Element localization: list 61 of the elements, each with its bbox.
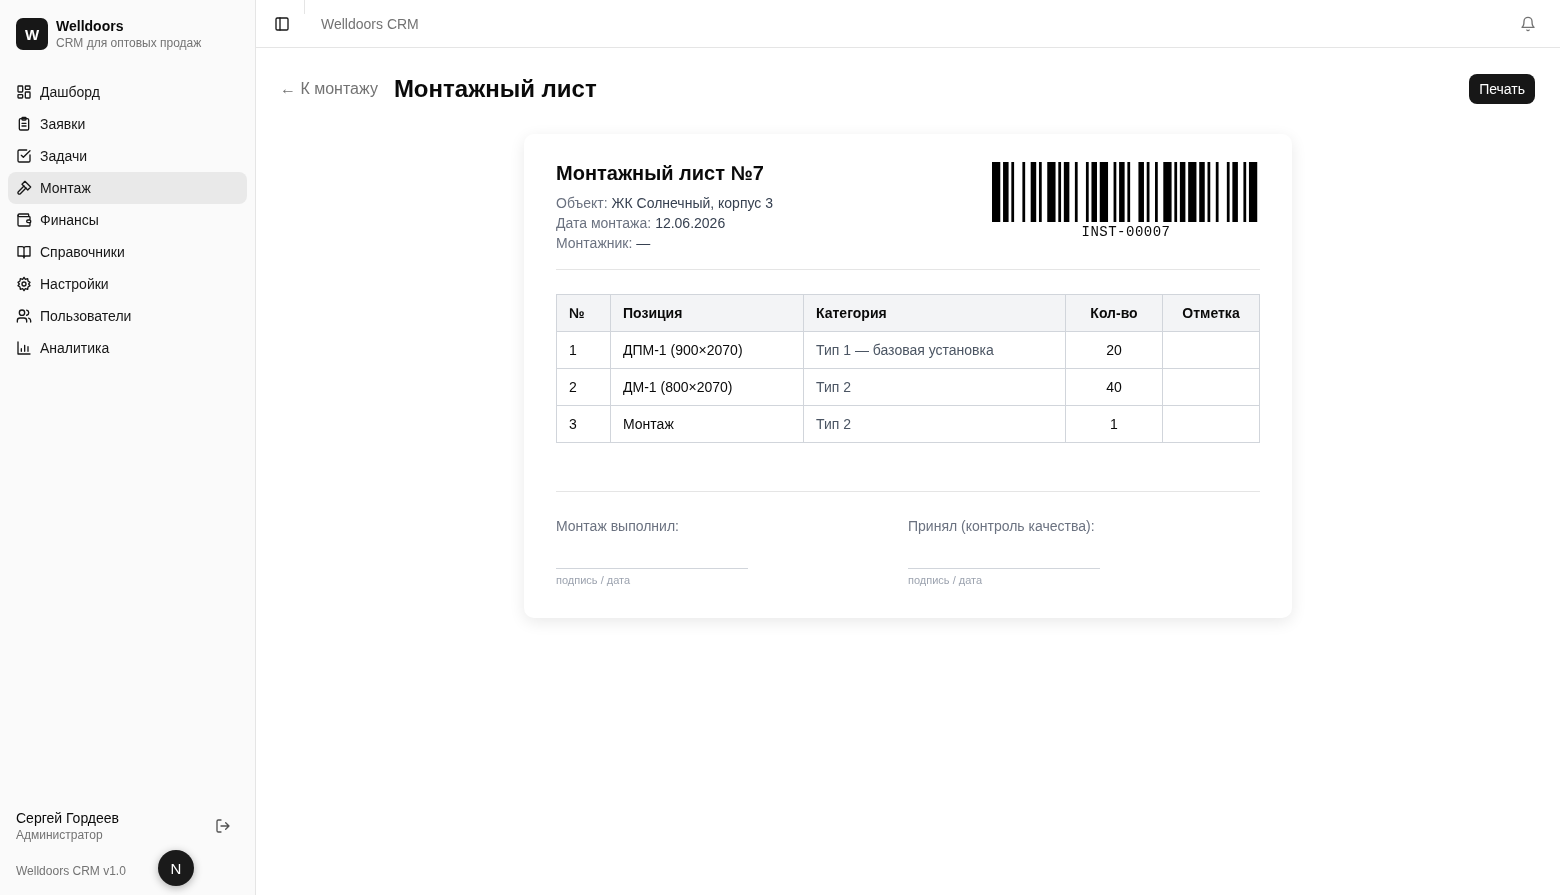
signature-hint: подпись / дата (556, 574, 632, 586)
brand-name: Welldoors (56, 18, 125, 34)
version-text: Welldoors CRM v1.0 (16, 864, 126, 878)
meta-value: 12.06.2026 (655, 214, 726, 233)
nav-item[interactable]: Дашборд (8, 76, 247, 108)
table-cell: 2 (556, 368, 611, 406)
dashboard-icon (16, 84, 32, 100)
nav-item[interactable]: Аналитика (8, 332, 247, 364)
print-button[interactable]: Печать (1469, 74, 1535, 104)
column-header: Категория (803, 294, 1066, 332)
signature-label: Монтаж выполнил: (556, 518, 680, 534)
column-header: Кол-во (1065, 294, 1163, 332)
table-cell: Тип 2 (803, 368, 1066, 406)
table-cell: 1 (1065, 405, 1163, 443)
settings-icon (16, 276, 32, 292)
brand-subtitle: CRM для оптовых продаж (56, 36, 202, 50)
table-cell: 20 (1065, 331, 1163, 369)
table-cell: Монтаж (610, 405, 804, 443)
clipboard-icon (16, 116, 32, 132)
nav-item[interactable]: Настройки (8, 268, 247, 300)
signature-hint: подпись / дата (908, 574, 984, 586)
table-cell: 40 (1065, 368, 1163, 406)
page-title: Монтажный лист (393, 75, 597, 103)
signature-label: Принял (контроль качества): (908, 518, 1096, 534)
notifications-icon[interactable] (1520, 15, 1536, 32)
column-header: Позиция (610, 294, 804, 332)
book-icon (16, 244, 32, 260)
chart-icon (16, 340, 32, 356)
meta-value: ЖК Солнечный, корпус 3 (611, 194, 773, 213)
column-header: № (556, 294, 611, 332)
nav-item[interactable]: Заявки (8, 108, 247, 140)
meta-label: Монтажник: (556, 234, 633, 253)
user-role: Администратор (16, 828, 104, 842)
table-cell: Тип 1 — базовая установка (803, 331, 1066, 369)
back-link[interactable]: ← К монтажу (280, 80, 378, 98)
nav-item[interactable]: Задачи (8, 140, 247, 172)
nav-item[interactable]: Финансы (8, 204, 247, 236)
sidebar-toggle-icon[interactable] (274, 15, 290, 32)
checkbox-icon (16, 148, 32, 164)
table-cell: ДМ-1 (800×2070) (610, 368, 804, 406)
table-cell: ДПМ-1 (900×2070) (610, 331, 804, 369)
nav-item[interactable]: Справочники (8, 236, 247, 268)
table-cell: 1 (556, 331, 611, 369)
nav-item[interactable]: Монтаж (8, 172, 247, 204)
hammer-icon (16, 180, 32, 196)
meta-label: Объект: (556, 194, 608, 213)
table-cell: Тип 2 (803, 405, 1066, 443)
user-name: Сергей Гордеев (16, 810, 121, 826)
column-header: Отметка (1162, 294, 1260, 332)
meta-value: — (636, 234, 651, 253)
barcode-number: INST-00007 (1081, 224, 1171, 240)
dev-badge[interactable]: N (158, 850, 194, 886)
table-cell: 3 (556, 405, 611, 443)
meta-label: Дата монтажа: (556, 214, 652, 233)
nav-item[interactable]: Пользователи (8, 300, 247, 332)
logo: W (16, 18, 48, 50)
sheet-title: Монтажный лист №7 (556, 162, 765, 185)
users-icon (16, 308, 32, 324)
logout-icon[interactable] (215, 818, 231, 834)
wallet-icon (16, 212, 32, 228)
header-title: Welldoors CRM (321, 15, 419, 32)
